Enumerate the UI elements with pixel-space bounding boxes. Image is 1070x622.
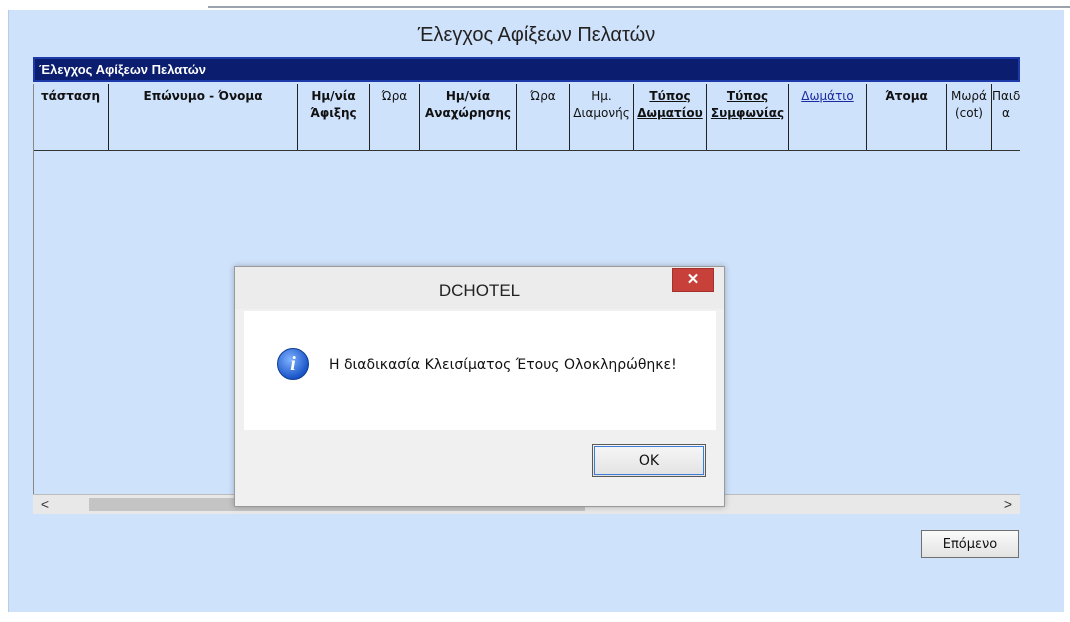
dialog-message: Η διαδικασία Κλεισίματος Έτους Ολοκληρώθ… (329, 357, 677, 373)
ok-button[interactable]: OK (592, 444, 706, 477)
top-divider (208, 6, 1070, 8)
scroll-left-arrow-icon[interactable]: < (35, 495, 55, 514)
column-header-children[interactable]: Παιδια (992, 84, 1020, 150)
dialog-titlebar[interactable]: DCHOTEL ✕ (235, 267, 724, 309)
scroll-right-arrow-icon[interactable]: > (998, 495, 1018, 514)
column-header-departure-date[interactable]: Ημ/νία Αναχώρησης (420, 84, 517, 150)
column-header-room-type[interactable]: Τύπος Δωματίου (634, 84, 707, 150)
column-header-room[interactable]: Δωμάτιο (789, 84, 867, 150)
column-header-status[interactable]: τάσταση (33, 84, 109, 150)
column-header-agreement-type[interactable]: Τύπος Συμφωνίας (707, 84, 789, 150)
info-icon: i (277, 348, 309, 380)
grid-title-bar: Έλεγχος Αφίξεων Πελατών (33, 57, 1020, 82)
column-header-stay-days[interactable]: Ημ. Διαμονής (570, 84, 634, 150)
column-header-departure-time[interactable]: Ώρα (517, 84, 570, 150)
message-dialog: DCHOTEL ✕ i Η διαδικασία Κλεισίματος Έτο… (234, 266, 725, 507)
column-header-arrival-date[interactable]: Ημ/νία Άφιξης (298, 84, 370, 150)
dialog-content: i Η διαδικασία Κλεισίματος Έτους Ολοκληρ… (244, 311, 716, 430)
column-header-persons[interactable]: Άτομα (867, 84, 947, 150)
dialog-title: DCHOTEL (438, 281, 521, 300)
grid-header-row: τάσταση Επώνυμο - Όνομα Ημ/νία Άφιξης Ώρα… (33, 84, 1020, 151)
column-header-arrival-time[interactable]: Ώρα (370, 84, 420, 150)
column-header-babies[interactable]: Μωρά (cot) (947, 84, 992, 150)
window-title: Έλεγχος Αφίξεων Πελατών (417, 24, 656, 46)
close-icon[interactable]: ✕ (672, 268, 714, 292)
column-header-name[interactable]: Επώνυμο - Όνομα (109, 84, 298, 150)
next-button[interactable]: Επόμενο (921, 530, 1019, 558)
